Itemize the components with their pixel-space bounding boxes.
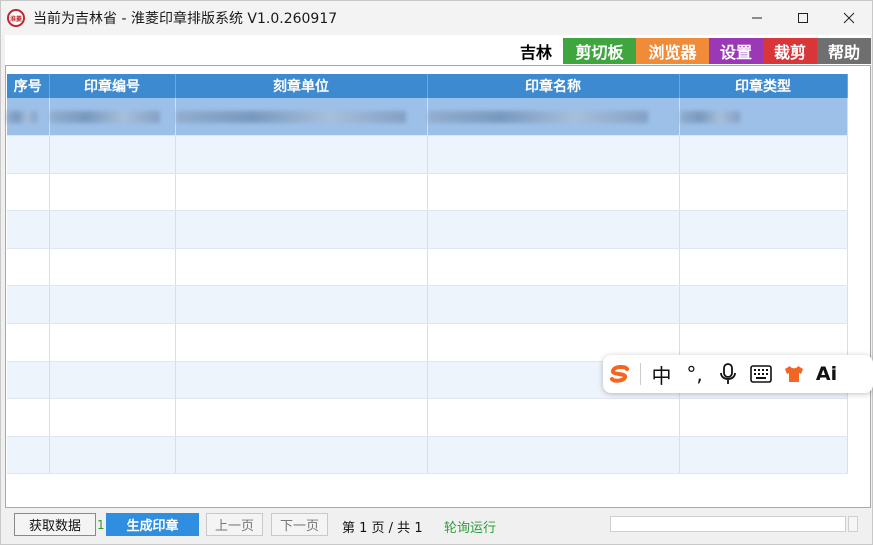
window-controls [734,1,872,35]
tab-crop[interactable]: 裁剪 [763,38,817,64]
bottom-bar: 获取数据 1 生成印章 上一页 下一页 第 1 页 / 共 1 轮询运行 [5,508,871,544]
table-row[interactable] [7,398,848,437]
maximize-icon [798,13,808,23]
sogou-logo-icon[interactable] [603,355,636,393]
data-grid[interactable]: 序号 印章编号 刻章单位 印章名称 印章类型 [7,74,848,475]
next-page-button[interactable]: 下一页 [271,513,328,536]
tab-help[interactable]: 帮助 [817,38,871,64]
status-mark: 1 [97,518,105,532]
window-title: 当前为吉林省 - 淮菱印章排版系统 V1.0.260917 [33,11,338,27]
minimize-button[interactable] [734,1,780,35]
grid-header: 序号 印章编号 刻章单位 印章名称 印章类型 [7,74,848,98]
generate-seal-button[interactable]: 生成印章 [106,513,199,536]
cell-code [49,98,176,137]
ime-chinese-mode[interactable]: 中 [645,355,678,393]
table-row[interactable] [7,135,848,174]
column-header-code[interactable]: 印章编号 [49,74,176,98]
keyboard-icon[interactable] [744,355,777,393]
cell-unit [175,98,428,137]
close-button[interactable] [826,1,872,35]
column-header-name[interactable]: 印章名称 [427,74,680,98]
toolbar: 吉林 剪切板 浏览器 设置 裁剪 帮助 [5,35,871,65]
tab-clipboard[interactable]: 剪切板 [563,38,636,64]
prev-page-button[interactable]: 上一页 [206,513,263,536]
ime-toolbar[interactable]: 中 °, Ai [603,355,873,393]
skin-shirt-icon[interactable] [777,355,810,393]
table-row[interactable] [7,98,848,137]
column-header-seq[interactable]: 序号 [7,74,50,98]
maximize-button[interactable] [780,1,826,35]
cell-name [427,98,680,137]
ime-punctuation[interactable]: °, [678,355,711,393]
column-header-unit[interactable]: 刻章单位 [175,74,428,98]
app-logo-text: 淮菱 [9,15,22,23]
polling-status: 轮询运行 [444,521,497,536]
app-window: 淮菱 当前为吉林省 - 淮菱印章排版系统 V1.0.260917 吉林 剪切板 … [0,0,873,545]
cell-type [679,98,848,137]
progress-end-cap [848,516,858,532]
title-bar[interactable]: 淮菱 当前为吉林省 - 淮菱印章排版系统 V1.0.260917 [1,1,872,35]
table-row[interactable] [7,210,848,249]
data-grid-panel[interactable]: 序号 印章编号 刻章单位 印章名称 印章类型 [5,65,871,508]
table-row[interactable] [7,173,848,212]
tool-tabs: 吉林 剪切板 浏览器 设置 裁剪 帮助 [509,38,871,64]
close-icon [843,12,855,24]
table-row[interactable] [7,285,848,325]
tab-settings[interactable]: 设置 [709,38,763,64]
progress-bar [610,516,846,532]
minimize-icon [752,17,762,19]
app-logo-icon: 淮菱 [7,9,25,27]
tab-browser[interactable]: 浏览器 [636,38,709,64]
table-row[interactable] [7,436,848,475]
fetch-data-button[interactable]: 获取数据 [14,513,96,536]
tab-province[interactable]: 吉林 [509,38,563,64]
progress-fill [611,517,845,531]
page-indicator: 第 1 页 / 共 1 [342,521,423,536]
ime-separator [640,363,641,385]
cell-seq [7,98,50,137]
column-header-type[interactable]: 印章类型 [679,74,848,98]
ime-ai-button[interactable]: Ai [810,355,843,393]
table-row[interactable] [7,248,848,287]
microphone-icon[interactable] [711,355,744,393]
